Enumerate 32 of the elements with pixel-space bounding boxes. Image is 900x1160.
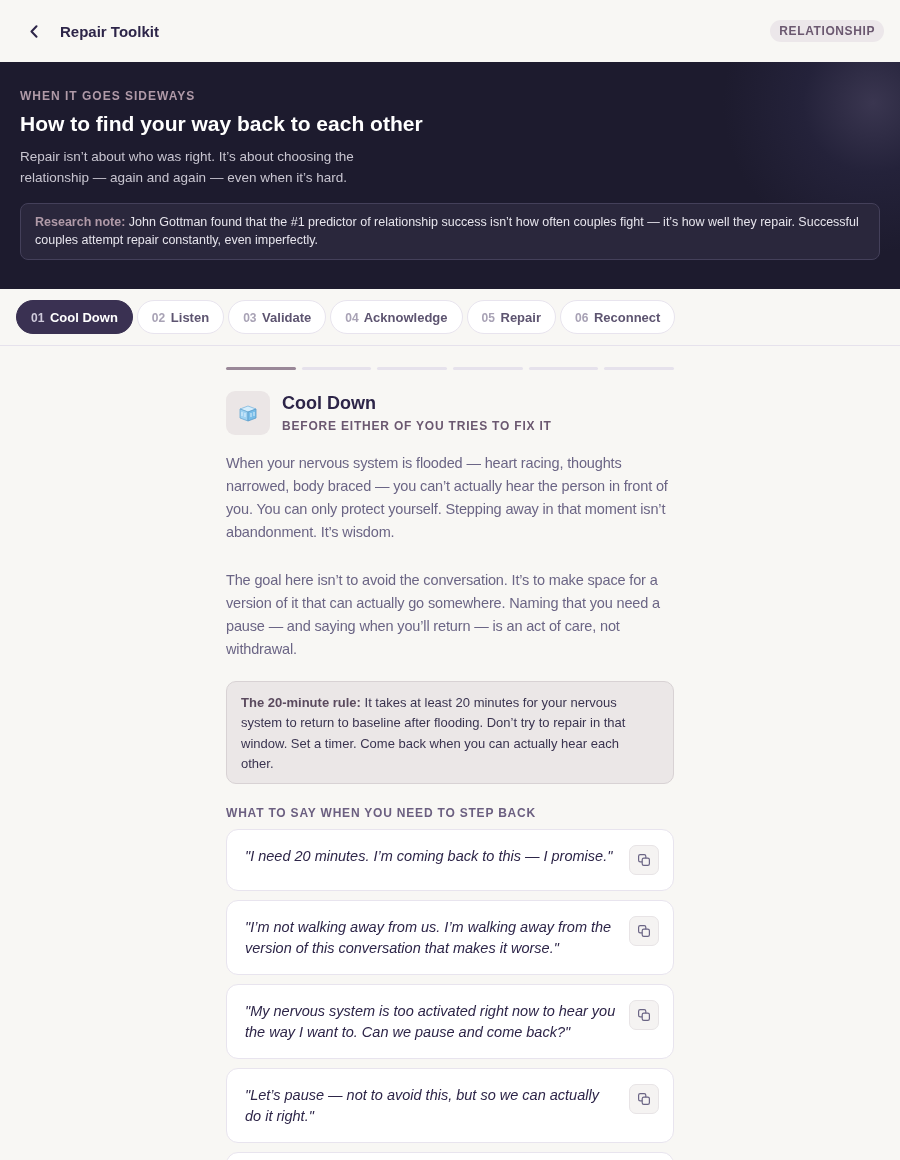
step-tab[interactable]: 01 Cool Down: [16, 300, 133, 334]
copy-button[interactable]: [629, 1084, 659, 1115]
phrase-text: "Let’s pause — not to avoid this, but so we can actually do it right.": [245, 1086, 601, 1127]
step-title: Cool Down: [282, 393, 377, 414]
step-tab[interactable]: 04 Acknowledge: [330, 300, 463, 334]
research-note: Research note: John Gottman found that the #1 predictor of relationship success isn’t how often couples fight — it’s how well they repair. Successful couples attempt repair constantly, even imperfectly.: [20, 203, 880, 260]
copy-icon: [638, 1009, 650, 1022]
hero-title: How to find your way back to each other: [20, 112, 424, 136]
page-title: Repair Toolkit: [60, 22, 159, 40]
section-heading: WHAT TO SAY WHEN YOU NEED TO STEP BACK: [226, 806, 537, 821]
phrase-text: "My nervous system is too activated right now to hear you the way I want to. Can we pause and come back?": [245, 1002, 617, 1043]
copy-icon: [638, 1093, 650, 1106]
phrase-text: "I need 20 minutes. I’m coming back to this — I promise.": [245, 847, 613, 867]
phrase-text: "I’m not walking away from us. I’m walking away from the version of this conversation that makes it worse.": [245, 918, 613, 959]
step-tab[interactable]: 05 Repair: [466, 300, 556, 334]
copy-icon: [638, 854, 650, 867]
copy-button[interactable]: [629, 1000, 659, 1031]
step-tab[interactable]: 03 Validate: [228, 300, 327, 334]
chevron-left-icon: [30, 24, 38, 38]
category-badge: RELATIONSHIP: [770, 20, 884, 42]
step-tab[interactable]: 06 Reconnect: [559, 300, 676, 334]
copy-icon: [638, 925, 650, 938]
ice-cube-icon: [226, 391, 270, 435]
hero-eyebrow: WHEN IT GOES SIDEWAYS: [20, 89, 197, 103]
body-paragraph: When your nervous system is flooded — heart racing, thoughts narrowed, body braced — you can’t actually hear the person in front of you. You can only protect yourself. Stepping away in that moment isn’t abandonment. It’s wisdom.: [226, 454, 669, 542]
copy-button[interactable]: [629, 916, 659, 947]
callout-box: The 20-minute rule: It takes at least 20 minutes for your nervous system to return to baseline after flooding. Don’t try to repair in that window. Set a timer. Come back when you can actually hear each other.: [226, 681, 674, 785]
hero-subtitle: Repair isn’t about who was right. It’s about choosing the relationship — again and again — even when it’s hard.: [20, 148, 355, 187]
copy-button[interactable]: [629, 845, 659, 876]
body-paragraph: The goal here isn’t to avoid the conversation. It’s to make space for a version of it that can actually go somewhere. Naming that you need a pause — and saying when you’ll return — is an act of care, not withdrawal.: [226, 571, 661, 659]
step-subtitle: BEFORE EITHER OF YOU TRIES TO FIX IT: [282, 419, 552, 433]
step-tab[interactable]: 02 Listen: [136, 300, 225, 334]
